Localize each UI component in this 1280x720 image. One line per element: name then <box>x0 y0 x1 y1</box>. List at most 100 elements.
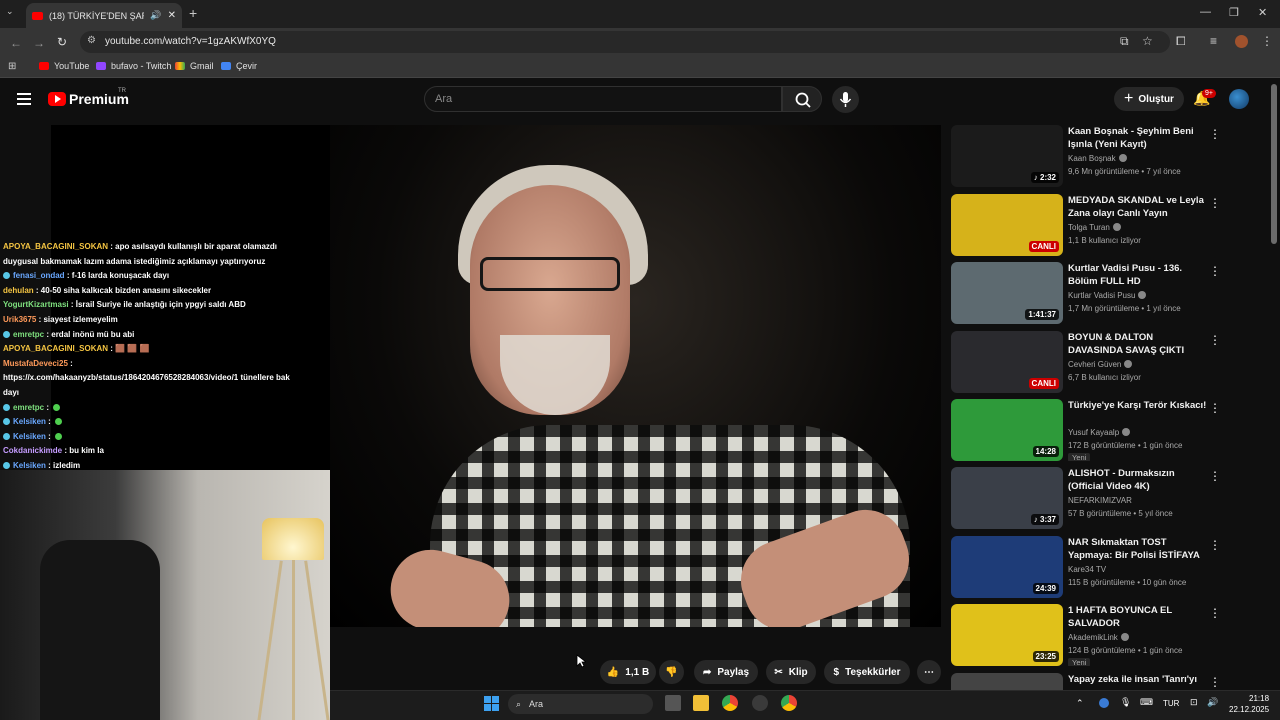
windows-start-icon[interactable] <box>484 696 499 711</box>
channel-name[interactable]: Kurtlar Vadisi Pusu <box>1068 291 1147 300</box>
tray-network-icon[interactable]: ⊡ <box>1190 697 1198 708</box>
more-vert-icon[interactable]: ⋮ <box>1209 333 1221 347</box>
browser-menu-icon[interactable]: ⋮ <box>1261 34 1273 48</box>
channel-name[interactable]: Tolga Turan <box>1068 223 1121 232</box>
video-thumbnail[interactable]: ♪ 3:37 <box>951 467 1063 529</box>
recommendation-item[interactable]: CANLI BOYUN & DALTON DAVASINDA SAVAŞ ÇIKT… <box>951 331 1221 393</box>
input-language[interactable]: TUR <box>1163 699 1179 708</box>
more-vert-icon[interactable]: ⋮ <box>1209 127 1221 141</box>
more-vert-icon[interactable]: ⋮ <box>1209 675 1221 689</box>
recommendation-title[interactable]: MEDYADA SKANDAL ve Leyla Zana olayı Canl… <box>1068 194 1208 220</box>
back-button[interactable]: ← <box>10 36 22 50</box>
recommendation-title[interactable]: Yapay zeka ile insan 'Tanrı'yı mı <box>1068 673 1208 690</box>
clip-button[interactable]: ✂ Klip <box>766 660 816 684</box>
channel-name[interactable]: NEFARKIMIZVAR <box>1068 496 1132 505</box>
video-thumbnail[interactable]: CANLI <box>951 331 1063 393</box>
close-window-button[interactable]: ✕ <box>1258 6 1267 19</box>
tab-close-icon[interactable]: ✕ <box>168 10 176 21</box>
recommendation-title[interactable]: NAR Sıkmaktan TOST Yapmaya: Bir Polisi İ… <box>1068 536 1208 562</box>
bookmark-youtube[interactable]: YouTube <box>39 61 89 71</box>
video-thumbnail[interactable]: ♪ 2:32 <box>951 125 1063 187</box>
chat-message: Kelsiken : <box>0 430 305 445</box>
video-thumbnail[interactable]: 24:39 <box>951 536 1063 598</box>
recommendation-item[interactable]: 24:39 NAR Sıkmaktan TOST Yapmaya: Bir Pol… <box>951 536 1221 598</box>
profile-avatar[interactable] <box>1235 35 1248 48</box>
minimize-button[interactable]: — <box>1200 6 1211 18</box>
reload-button[interactable]: ↻ <box>57 35 67 49</box>
recommendation-item[interactable]: 23:25 1 HAFTA BOYUNCA EL SALVADOR TELEVİZ… <box>951 604 1221 666</box>
more-vert-icon[interactable]: ⋮ <box>1209 469 1221 483</box>
file-explorer-icon[interactable] <box>693 695 709 711</box>
create-button[interactable]: + Oluştur <box>1114 87 1184 111</box>
share-button[interactable]: ➦ Paylaş <box>694 660 758 684</box>
bookmark-gmail[interactable]: Gmail <box>175 61 214 71</box>
browser-tab[interactable]: (18) TÜRKİYE'DEN ŞARA'YA 🔊 ✕ <box>26 3 182 28</box>
chrome-active-icon[interactable] <box>781 695 797 711</box>
thumbs-down-icon: 👎 <box>665 666 678 678</box>
more-vert-icon[interactable]: ⋮ <box>1209 401 1221 415</box>
tray-chevron-icon[interactable]: ⌃ <box>1076 698 1084 709</box>
new-tab-button[interactable]: + <box>189 5 197 21</box>
more-vert-icon[interactable]: ⋮ <box>1209 538 1221 552</box>
recommendation-item[interactable]: CANLI MEDYADA SKANDAL ve Leyla Zana olayı… <box>951 194 1221 256</box>
bookmark-twitch[interactable]: bufavo - Twitch <box>96 61 171 71</box>
recommendation-item[interactable]: 1:41:37 Kurtlar Vadisi Pusu - 136. Bölüm … <box>951 262 1221 324</box>
more-vert-icon[interactable]: ⋮ <box>1209 264 1221 278</box>
tray-app-icon[interactable] <box>1099 698 1109 708</box>
video-thumbnail[interactable] <box>951 673 1063 690</box>
account-avatar[interactable] <box>1229 89 1249 109</box>
bookmark-translate[interactable]: Çevir <box>221 61 257 71</box>
more-vert-icon[interactable]: ⋮ <box>1209 196 1221 210</box>
bookmark-star-icon[interactable]: ☆ <box>1142 34 1153 48</box>
tray-keyboard-icon[interactable]: ⌨ <box>1140 697 1153 708</box>
recommendation-item[interactable]: Yapay zeka ile insan 'Tanrı'yı mı⋮ <box>951 673 1221 690</box>
tray-volume-icon[interactable]: 🔊 <box>1207 697 1218 708</box>
channel-name[interactable]: Yusuf Kayaalp <box>1068 428 1131 437</box>
voice-search-button[interactable] <box>832 86 859 113</box>
thanks-button[interactable]: $ Teşekkürler <box>824 660 910 684</box>
recommendation-title[interactable]: BOYUN & DALTON DAVASINDA SAVAŞ ÇIKTI <box>1068 331 1208 357</box>
apps-grid-icon[interactable]: ⊞ <box>8 61 16 72</box>
task-view-icon[interactable] <box>665 695 681 711</box>
site-info-icon[interactable]: ⚙ <box>87 35 96 46</box>
recommendation-title[interactable]: 1 HAFTA BOYUNCA EL SALVADOR TELEVİZYONLA… <box>1068 604 1208 630</box>
extensions-icon[interactable]: ⧠ <box>1176 34 1186 49</box>
search-button[interactable] <box>782 86 822 112</box>
restore-button[interactable]: ❐ <box>1229 6 1239 19</box>
recommendation-title[interactable]: ALISHOT - Durmaksızın (Official Video 4K… <box>1068 467 1208 493</box>
app-icon[interactable] <box>752 695 768 711</box>
tab-search-icon[interactable]: ⌄ <box>6 6 14 17</box>
video-thumbnail[interactable]: 1:41:37 <box>951 262 1063 324</box>
reading-list-icon[interactable]: ≡ <box>1210 34 1217 48</box>
tray-mic-icon[interactable]: 🎙 <box>1120 697 1131 708</box>
page-scrollbar[interactable] <box>1271 84 1277 244</box>
recommendation-item[interactable]: ♪ 3:37 ALISHOT - Durmaksızın (Official Vi… <box>951 467 1221 529</box>
recommendation-item[interactable]: ♪ 2:32 Kaan Boşnak - Şeyhim Beni Işınla (… <box>951 125 1221 187</box>
more-vert-icon[interactable]: ⋮ <box>1209 606 1221 620</box>
channel-name[interactable]: Kare34 TV <box>1068 565 1106 574</box>
forward-button[interactable]: → <box>33 36 45 50</box>
youtube-logo[interactable] <box>48 92 66 106</box>
video-thumbnail[interactable]: CANLI <box>951 194 1063 256</box>
recommendation-title[interactable]: Kurtlar Vadisi Pusu - 136. Bölüm FULL HD <box>1068 262 1208 288</box>
recommendation-title[interactable]: Kaan Boşnak - Şeyhim Beni Işınla (Yeni K… <box>1068 125 1208 151</box>
hamburger-menu-icon[interactable] <box>17 93 31 105</box>
recommendation-title[interactable]: Türkiye'ye Karşı Terör Kıskacı! <box>1068 399 1208 412</box>
channel-name[interactable]: Cevheri Güven <box>1068 360 1133 369</box>
like-button[interactable]: 👍 1,1 B <box>600 660 656 684</box>
search-input[interactable] <box>424 86 782 112</box>
taskbar-search[interactable]: ⌕ Ara <box>508 694 653 714</box>
channel-name[interactable]: AkademikLink <box>1068 633 1129 642</box>
video-thumbnail[interactable]: 23:25 <box>951 604 1063 666</box>
url-text[interactable]: youtube.com/watch?v=1gzAKWfX0YQ <box>105 36 276 47</box>
recommendation-item[interactable]: 14:28 Türkiye'ye Karşı Terör Kıskacı! Yusu… <box>951 399 1221 461</box>
chrome-icon[interactable] <box>722 695 738 711</box>
tab-audio-icon[interactable]: 🔊 <box>150 10 161 21</box>
cast-icon[interactable]: ⧉ <box>1120 34 1129 49</box>
taskbar-clock[interactable]: 21:18 22.12.2025 <box>1229 693 1269 715</box>
channel-name[interactable]: Kaan Boşnak <box>1068 154 1127 163</box>
chat-message: emretpc : <box>0 401 305 416</box>
more-actions-button[interactable]: ⋯ <box>917 660 941 684</box>
video-thumbnail[interactable]: 14:28 <box>951 399 1063 461</box>
dislike-button[interactable]: 👎 <box>659 660 684 684</box>
